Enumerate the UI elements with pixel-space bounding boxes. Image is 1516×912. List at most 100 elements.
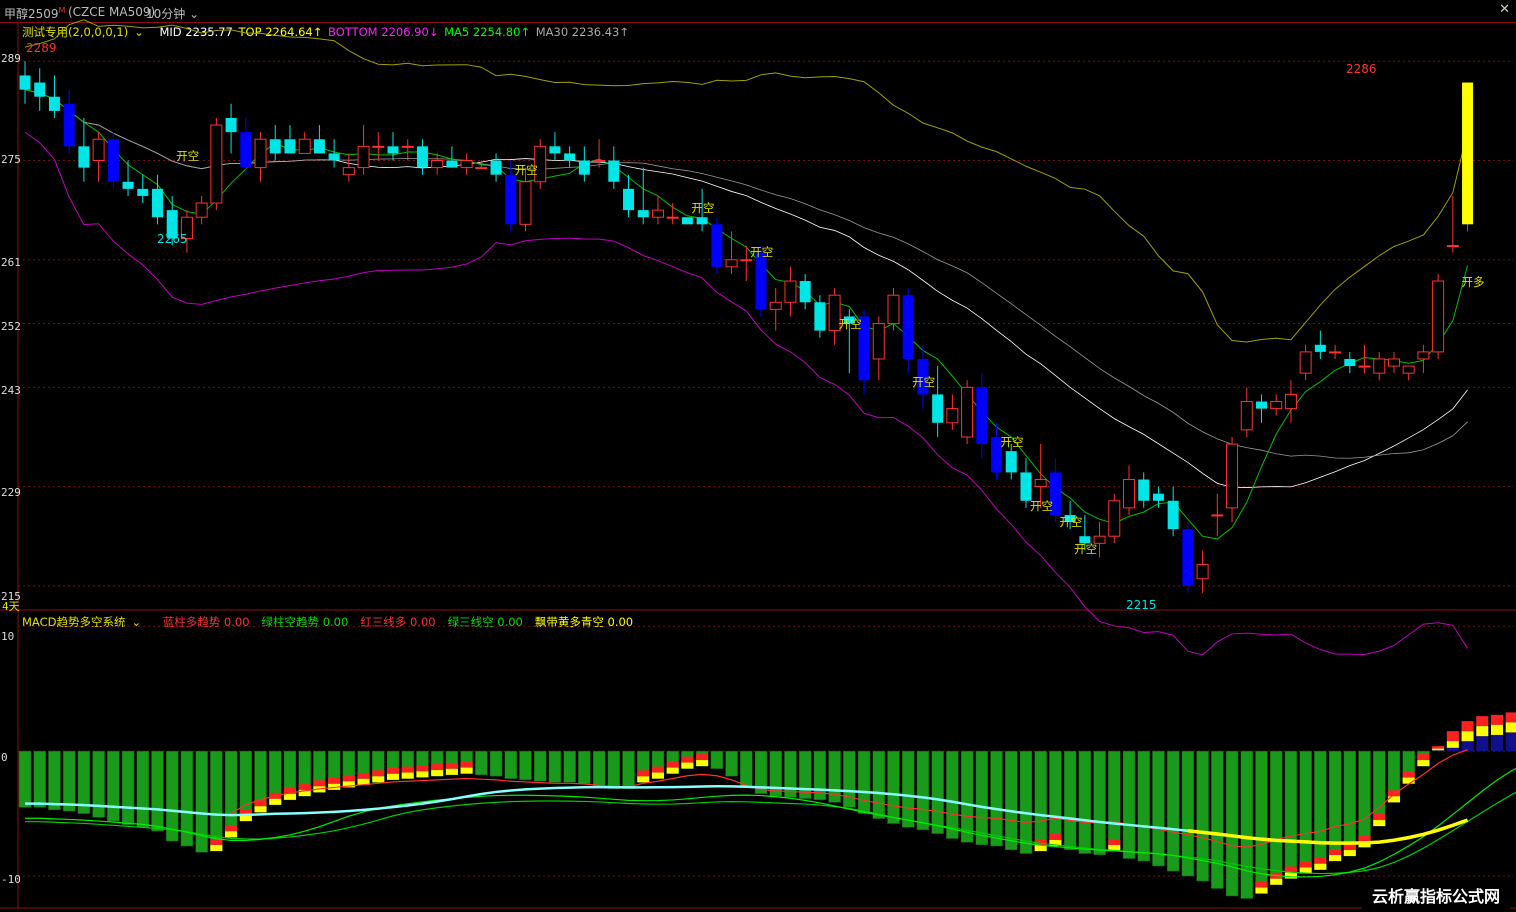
candle-body	[1005, 451, 1017, 473]
macd-bar-red	[313, 780, 326, 787]
signal-short-label: 开空	[1059, 515, 1082, 529]
macd-bar-yellow	[416, 771, 429, 778]
candle-body	[1152, 493, 1164, 501]
macd-bar-green	[1269, 750, 1283, 886]
candle-body	[623, 188, 635, 211]
macd-bar-red	[1446, 731, 1459, 742]
macd-bar-red	[637, 770, 650, 777]
candle-body	[240, 132, 252, 168]
high-price-label: 2286	[1346, 62, 1377, 76]
macd-bar-green	[489, 750, 503, 777]
macd-bar-yellow	[1255, 887, 1268, 894]
candle-body	[446, 160, 458, 168]
macd-bar-red	[372, 770, 385, 777]
candle-body	[1432, 280, 1445, 353]
macd-tick: 10	[1, 630, 15, 643]
candle-body	[490, 160, 502, 175]
macd-bar-green	[563, 750, 576, 783]
macd-bar-green	[1063, 750, 1077, 851]
candle-body	[19, 75, 31, 90]
candle-body	[1182, 529, 1194, 586]
candle-body	[1211, 514, 1224, 517]
candle-body	[1196, 564, 1209, 580]
candle-body	[1387, 358, 1400, 367]
macd-bar-red	[1358, 835, 1371, 842]
macd-bar-green	[92, 750, 105, 818]
candle-body	[1255, 401, 1267, 409]
macd-bar-green	[901, 750, 915, 828]
macd-bar-yellow	[460, 767, 473, 774]
macd-bar-red	[328, 777, 341, 784]
macd-bar-green	[843, 750, 856, 808]
price-tick: 229	[1, 486, 21, 499]
macd-bar-yellow	[1329, 855, 1342, 862]
macd-bar-green	[18, 750, 32, 808]
candle-body	[431, 160, 444, 169]
candle-body	[1373, 358, 1386, 374]
price-tick: 243	[1, 384, 21, 397]
candle-body	[78, 146, 90, 168]
macd-bar-red	[1373, 814, 1386, 821]
macd-bar-green	[1240, 750, 1254, 899]
macd-bar-green	[136, 750, 150, 828]
macd-bar-green	[151, 750, 164, 832]
signal-short-label: 开空	[515, 163, 538, 177]
macd-bar-green	[1078, 750, 1092, 854]
macd-bar-yellow	[1284, 872, 1297, 879]
signal-long-label: 开多	[1462, 275, 1485, 289]
candle-body	[342, 167, 355, 176]
macd-bar-red	[210, 839, 223, 846]
macd-bar-yellow	[1270, 878, 1283, 885]
signal-short-label: 开空	[839, 317, 862, 331]
macd-bar-red	[1329, 849, 1342, 856]
macd-bar-green	[607, 750, 621, 789]
macd-bar-red	[1402, 771, 1415, 778]
signal-short-label: 开空	[176, 149, 199, 163]
top-band-line	[24, 19, 1469, 343]
macd-bar-red	[298, 784, 311, 791]
candle-body	[298, 138, 311, 154]
macd-bar-green	[1093, 750, 1106, 856]
candle-body	[122, 181, 134, 189]
macd-bar-yellow	[1476, 726, 1489, 737]
candle-body	[814, 302, 826, 331]
macd-bar-yellow	[1491, 724, 1503, 735]
candle-body	[740, 259, 753, 262]
macd-bar-green	[1225, 750, 1239, 897]
candle-body	[195, 202, 208, 218]
candle-body	[1138, 479, 1150, 501]
macd-bar-green	[1314, 750, 1327, 871]
candle-body	[711, 224, 723, 267]
candle-body	[1123, 478, 1135, 509]
candle-body	[1240, 401, 1253, 431]
kline-chart[interactable]: 2289226522152286开空开空开空开空开空开空开空开空开空开空开多	[0, 0, 1516, 912]
macd-bar-green	[1284, 750, 1298, 879]
macd-bar-green	[48, 750, 61, 811]
candle-body	[564, 153, 576, 161]
candle-body	[1417, 351, 1430, 360]
candle-body	[1226, 443, 1239, 509]
candle-body	[1270, 401, 1283, 410]
candle-body	[1108, 500, 1121, 537]
macd-bar-red	[681, 756, 694, 763]
candle-body	[976, 387, 988, 445]
macd-bar-red	[431, 764, 444, 771]
macd-bar-green	[887, 750, 900, 824]
candle-body	[151, 188, 163, 218]
candle-body	[637, 210, 649, 218]
macd-bar-yellow	[1373, 820, 1386, 827]
candle-body	[269, 139, 281, 154]
signal-short-label: 开空	[1074, 542, 1097, 556]
macd-bar-yellow	[283, 793, 296, 800]
macd-bar-green	[224, 750, 238, 838]
candle-body	[401, 145, 414, 148]
macd-bar-green	[857, 750, 871, 814]
macd-bar-green	[519, 750, 532, 781]
macd-bar-green	[960, 750, 974, 843]
signal-short-label: 开空	[691, 201, 714, 215]
macd-bar-green	[1004, 750, 1018, 851]
macd-bar-red	[1476, 716, 1489, 727]
macd-bar-red	[1314, 857, 1327, 864]
macd-bar-green	[1122, 750, 1136, 859]
price-tick: 289	[1, 52, 21, 65]
